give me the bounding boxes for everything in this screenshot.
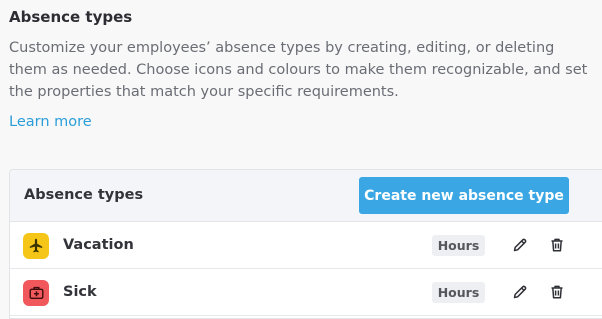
- pencil-icon[interactable]: [509, 281, 531, 303]
- pencil-icon[interactable]: [509, 234, 531, 256]
- trash-icon[interactable]: [546, 281, 568, 303]
- unit-badge: Hours: [432, 235, 485, 256]
- trash-icon[interactable]: [546, 234, 568, 256]
- panel-title: Absence types: [24, 187, 144, 203]
- first-aid-kit-icon: [23, 280, 49, 306]
- learn-more-link[interactable]: Learn more: [9, 111, 92, 133]
- unit-badge: Hours: [432, 282, 485, 303]
- absence-types-intro: Absence types Customize your employees’ …: [9, 6, 594, 133]
- panel-header: Absence types Create new absence type: [10, 170, 602, 222]
- section-title: Absence types: [9, 8, 133, 26]
- absence-types-panel: Absence types Create new absence type Va…: [9, 169, 602, 319]
- create-absence-type-button[interactable]: Create new absence type: [359, 177, 569, 214]
- airplane-icon: [23, 233, 49, 259]
- absence-type-name: Sick: [63, 284, 97, 300]
- section-description: Customize your employees’ absence types …: [9, 40, 588, 100]
- absence-type-row-vacation[interactable]: Vacation Hours: [10, 222, 602, 269]
- absence-type-row-sick[interactable]: Sick Hours: [10, 269, 602, 316]
- absence-type-name: Vacation: [63, 237, 134, 253]
